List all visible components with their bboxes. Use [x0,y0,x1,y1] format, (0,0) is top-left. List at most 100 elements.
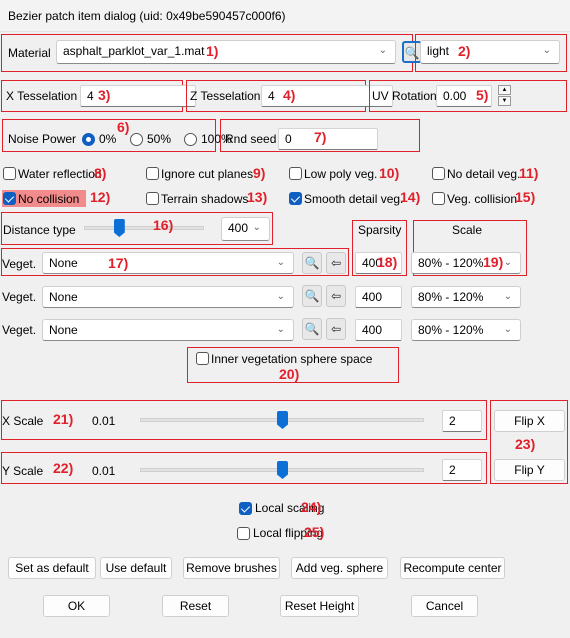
local-scaling-checkbox[interactable] [239,502,252,515]
annotation-6: 6) [117,119,130,135]
annotation-22: 22) [53,460,74,476]
sparsity-input[interactable]: 400 [355,319,402,341]
chevron-down-icon: ⌄ [503,291,512,302]
vegetation-combo[interactable]: None ⌄ [42,286,294,308]
scale-header: Scale [452,223,483,237]
terrain-shadows-checkbox[interactable] [146,192,159,205]
x-scale-input[interactable]: 2 [442,410,482,432]
window-title: Bezier patch item dialog (uid: 0x49be590… [0,0,570,32]
no-detail-veg-checkbox[interactable] [432,167,445,180]
vegetation-combo[interactable]: None ⌄ [42,252,294,274]
y-scale-input[interactable]: 2 [442,459,482,481]
set-as-default-button[interactable]: Set as default [8,557,96,579]
annotation-25: 25) [304,524,325,540]
x-scale-min: 0.01 [92,414,116,428]
low-poly-veg-label: Low poly veg. [304,167,378,181]
noise-100-radio[interactable] [184,133,197,146]
magnifier-icon: 🔍 [304,322,320,336]
material-value: asphalt_parklot_var_1.mat [63,44,205,58]
use-default-button[interactable]: Use default [100,557,172,579]
scale-value: 80% - 120% [418,256,484,270]
no-collision-label: No collision [18,192,80,206]
annotation-13: 13) [247,189,268,205]
annotation-23: 23) [515,436,536,452]
annotation-9: 9) [253,165,266,181]
annotation-24: 24) [301,499,322,515]
cancel-button[interactable]: Cancel [411,595,478,617]
left-arrow-icon: ⇦ [330,322,342,336]
ignore-cut-planes-checkbox[interactable] [146,167,159,180]
noise-0-radio[interactable] [82,133,95,146]
vegetation-assign-button[interactable]: ⇦ [326,318,346,340]
distance-slider-track[interactable] [84,226,204,230]
add-veg-sphere-button[interactable]: Add veg. sphere [291,557,388,579]
water-reflection-checkbox[interactable] [3,167,16,180]
veg-collision-checkbox[interactable] [432,192,445,205]
local-flipping-checkbox[interactable] [237,527,250,540]
spin-up-button[interactable]: ▲ [498,85,511,95]
vegetation-search-button[interactable]: 🔍 [302,318,322,340]
z-tesselation-label: Z Tesselation [190,89,261,103]
magnifier-icon: 🔍 [304,289,320,303]
veg-collision-label: Veg. collision [447,192,518,206]
smooth-detail-veg-checkbox[interactable] [289,192,302,205]
annotation-16: 16) [153,217,174,233]
sparsity-input[interactable]: 400 [355,286,402,308]
noise-50-radio[interactable] [130,133,143,146]
flip-x-button[interactable]: Flip X [494,410,565,432]
annotation-7: 7) [314,129,327,145]
vegetation-assign-button[interactable]: ⇦ [326,252,346,274]
noise-0-label: 0% [99,132,117,146]
vegetation-value: None [49,323,78,337]
distance-combo[interactable]: 400 ⌄ [221,217,270,241]
scale-combo[interactable]: 80% - 120% ⌄ [411,252,521,274]
inner-sphere-label: Inner vegetation sphere space [211,352,373,366]
chevron-down-icon: ⌄ [542,45,551,56]
vegetation-value: None [49,290,78,304]
reset-button[interactable]: Reset [162,595,229,617]
terrain-shadows-label: Terrain shadows [161,192,249,206]
vegetation-combo[interactable]: None ⌄ [42,319,294,341]
recompute-center-button[interactable]: Recompute center [400,557,505,579]
remove-brushes-button[interactable]: Remove brushes [183,557,280,579]
annotation-18: 18) [377,254,398,270]
scale-combo[interactable]: 80% - 120% ⌄ [411,319,521,341]
annotation-19: 19) [483,254,504,270]
distance-type-label: Distance type [3,223,76,237]
inner-sphere-checkbox[interactable] [196,352,209,365]
annotation-1: 1) [206,43,219,59]
low-poly-veg-checkbox[interactable] [289,167,302,180]
annotation-3: 3) [98,87,111,103]
scale-value: 80% - 120% [418,323,484,337]
annotation-5: 5) [476,87,489,103]
chevron-down-icon: ⌄ [252,222,261,233]
chevron-down-icon: ⌄ [378,45,387,56]
annotation-10: 10) [379,165,400,181]
scale-combo[interactable]: 80% - 120% ⌄ [411,286,521,308]
veget-label: Veget. [2,257,37,271]
lighting-combo[interactable]: light ⌄ [420,40,560,64]
veget-label: Veget. [2,290,37,304]
material-combo[interactable]: asphalt_parklot_var_1.mat ⌄ [56,40,396,64]
left-arrow-icon: ⇦ [330,289,342,303]
distance-value: 400 [228,221,249,235]
reset-height-button[interactable]: Reset Height [280,595,359,617]
noise-50-label: 50% [147,132,172,146]
vegetation-search-button[interactable]: 🔍 [302,252,322,274]
vegetation-assign-button[interactable]: ⇦ [326,285,346,307]
uv-rotation-label: UV Rotation [372,89,437,103]
flip-y-button[interactable]: Flip Y [494,459,565,481]
rnd-seed-input[interactable]: 0 [278,128,378,150]
water-reflection-label: Water reflection [18,167,102,181]
annotation-11: 11) [519,165,539,181]
annotation-2: 2) [458,43,471,59]
lighting-value: light [427,44,450,58]
chevron-down-icon: ⌄ [503,257,512,268]
no-collision-checkbox[interactable] [3,192,16,205]
spin-down-button[interactable]: ▼ [498,96,511,106]
noise-power-label: Noise Power [8,132,77,146]
y-scale-min: 0.01 [92,464,116,478]
annotation-21: 21) [53,411,74,427]
ok-button[interactable]: OK [43,595,110,617]
vegetation-search-button[interactable]: 🔍 [302,285,322,307]
